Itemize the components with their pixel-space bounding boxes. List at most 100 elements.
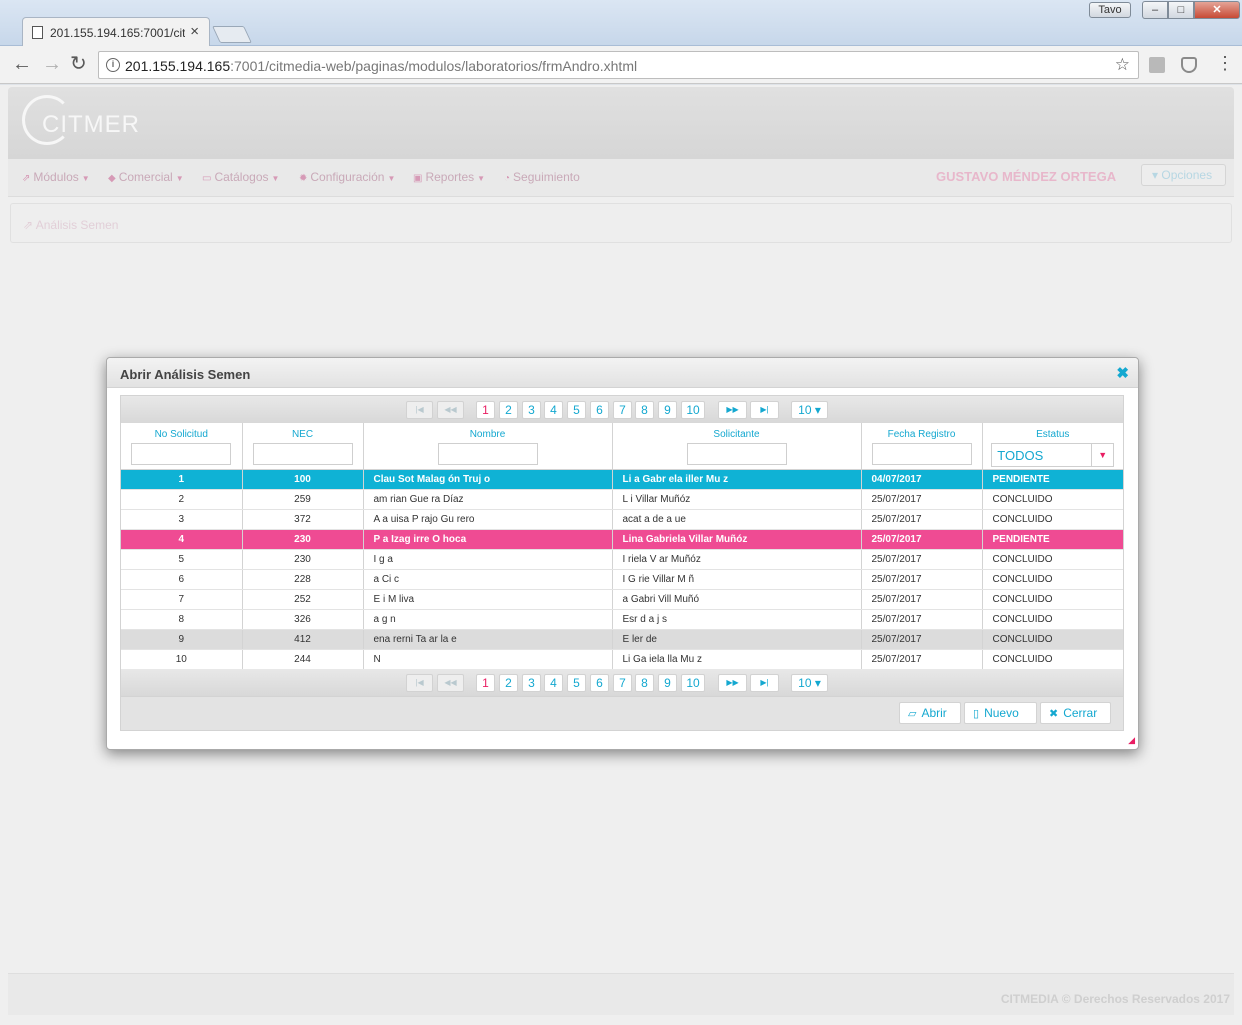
table-row[interactable]: 4 230 P a Izag irre O hoca Lina Gabriela Vi…: [121, 529, 1123, 550]
status-filter-select[interactable]: TODOS ▼: [991, 443, 1115, 467]
table-row[interactable]: 8 326 a g n Esr d a j s 25/07/2017 CONCLUID…: [121, 609, 1123, 630]
forward-arrow-icon[interactable]: →: [42, 53, 62, 75]
comment-icon: ◔: [504, 173, 511, 184]
page-4[interactable]: 4: [544, 401, 563, 419]
new-button[interactable]: ▯ Nuevo: [964, 702, 1037, 724]
menu-catalogos[interactable]: ▭ Catálogos ▼: [202, 170, 279, 184]
table-row[interactable]: 6 228 a Ci cI G rie Villar M ñ 25/07/2017 C…: [121, 569, 1123, 590]
column-header-solicitante[interactable]: Solicitante: [612, 423, 862, 470]
caret-down-icon: ▾: [1152, 168, 1159, 182]
filter-solicitante-input[interactable]: [686, 443, 787, 465]
page-5[interactable]: 5: [567, 674, 586, 692]
dialog-button-bar: ▱ Abrir ▯ Nuevo ✖ Cerrar: [121, 696, 1123, 730]
shield-extension-icon[interactable]: [1181, 57, 1197, 73]
table-row[interactable]: 2 259 am rian Gue ra Díaz L i Villar Muñóz…: [121, 489, 1123, 510]
external-link-icon: ⇗: [22, 173, 31, 184]
profile-chip[interactable]: Tavo: [1089, 2, 1131, 18]
external-link-icon: ⇗: [23, 218, 34, 232]
close-icon[interactable]: ✖: [1116, 364, 1129, 382]
pdf-extension-icon[interactable]: [1149, 57, 1165, 73]
caret-down-icon: ▼: [81, 174, 90, 183]
column-header-fecha-registro[interactable]: Fecha Registro: [861, 423, 983, 470]
browser-titlebar: 201.155.194.165:7001/cit × Tavo – □ ✕: [0, 0, 1242, 47]
column-header-nec[interactable]: NEC: [242, 423, 364, 470]
info-icon[interactable]: i: [106, 58, 120, 72]
table-row[interactable]: 10 244 N Li Ga iela lla Mu z 25/07/2017 CONC…: [121, 649, 1123, 670]
footer-text: CITMEDIA © Derechos Reservados 2017: [1000, 992, 1230, 1006]
page-8[interactable]: 8: [635, 674, 654, 692]
page-1[interactable]: 1: [476, 674, 495, 692]
column-header-estatus[interactable]: Estatus TODOS ▼: [982, 423, 1123, 470]
filter-no-solicitud-input[interactable]: [131, 443, 232, 465]
menu-reportes[interactable]: ▣ Reportes ▼: [413, 170, 485, 184]
caret-down-icon: ▼: [271, 174, 280, 183]
first-page-icon[interactable]: |◀: [406, 401, 433, 419]
breadcrumb[interactable]: ⇗ Análisis Semen: [23, 218, 118, 232]
prev-page-icon[interactable]: ◀◀: [437, 401, 464, 419]
first-page-icon[interactable]: |◀: [406, 674, 433, 692]
page-2[interactable]: 2: [499, 401, 518, 419]
next-page-icon[interactable]: ▶▶: [718, 401, 747, 419]
back-arrow-icon[interactable]: ←: [12, 53, 32, 75]
maximize-button[interactable]: □: [1168, 1, 1194, 19]
header-row: No Solicitud NEC Nombre Solicitante Fech…: [121, 423, 1123, 470]
menu-modulos[interactable]: ⇗ Módulos ▼: [22, 170, 90, 184]
column-header-no-solicitud[interactable]: No Solicitud: [121, 423, 243, 470]
filter-fecha-input[interactable]: [871, 443, 972, 465]
page-7[interactable]: 7: [613, 674, 632, 692]
gear-icon: ✹: [299, 173, 308, 184]
page-10[interactable]: 10: [681, 401, 705, 419]
main-menu: ⇗ Módulos ▼ ◆ Comercial ▼ ▭ Catálogos ▼ ✹ Confi…: [8, 159, 1234, 197]
page-9[interactable]: 9: [658, 401, 677, 419]
requests-datatable: |◀ ◀◀ 1 2 3 4 5 6 7 8 9 10 ▶▶ ▶| 10 ▾ No…: [120, 395, 1124, 731]
next-page-icon[interactable]: ▶▶: [718, 674, 747, 692]
address-bar[interactable]: i 201.155.194.165:7001/citmedia-web/pagi…: [98, 51, 1139, 79]
page-1[interactable]: 1: [476, 401, 495, 419]
column-header-nombre[interactable]: Nombre: [363, 423, 613, 470]
menu-seguimiento[interactable]: ◔ Seguimiento: [504, 170, 580, 184]
options-button[interactable]: ▾ Opciones: [1141, 164, 1226, 186]
table-row[interactable]: 3 372 A a uisa P rajo Gu rero acat a de a …: [121, 509, 1123, 530]
minimize-button[interactable]: –: [1142, 1, 1168, 19]
cancel-button[interactable]: ✖ Cerrar: [1040, 702, 1111, 724]
filter-nec-input[interactable]: [252, 443, 353, 465]
page-10[interactable]: 10: [681, 674, 705, 692]
browser-tab[interactable]: 201.155.194.165:7001/cit ×: [22, 17, 210, 47]
new-tab-button[interactable]: [212, 26, 252, 43]
menu-configuracion[interactable]: ✹ Configuración ▼: [299, 170, 395, 184]
reload-icon[interactable]: ↻: [70, 53, 87, 75]
rows-per-page-select[interactable]: 10 ▾: [791, 401, 828, 419]
url-text: 201.155.194.165:7001/citmedia-web/pagina…: [125, 58, 638, 74]
bookmark-star-icon[interactable]: ☆: [1115, 55, 1130, 75]
browser-menu-icon[interactable]: ⋮: [1216, 54, 1234, 72]
caret-down-icon: ▼: [175, 174, 184, 183]
page-2[interactable]: 2: [499, 674, 518, 692]
page-6[interactable]: 6: [590, 674, 609, 692]
open-button[interactable]: ▱ Abrir: [899, 702, 961, 724]
table-row[interactable]: 7 252 E i M liva a Gabri Vill Muñó 25/07/20…: [121, 589, 1123, 610]
page-3[interactable]: 3: [522, 401, 541, 419]
tag-icon: ◆: [108, 173, 116, 184]
page-5[interactable]: 5: [567, 401, 586, 419]
table-row[interactable]: 9 412 ena rerni Ta ar la e E ler de 25/07/…: [121, 629, 1123, 650]
page-4[interactable]: 4: [544, 674, 563, 692]
tab-title: 201.155.194.165:7001/cit: [50, 26, 185, 40]
table-row[interactable]: 1 100 Clau Sot Malag ón Truj o Li a Gabr el…: [121, 469, 1123, 490]
menu-comercial[interactable]: ◆ Comercial ▼: [108, 170, 184, 184]
last-page-icon[interactable]: ▶|: [750, 674, 779, 692]
tab-close-icon[interactable]: ×: [190, 23, 199, 40]
page-7[interactable]: 7: [613, 401, 632, 419]
prev-page-icon[interactable]: ◀◀: [437, 674, 464, 692]
last-page-icon[interactable]: ▶|: [750, 401, 779, 419]
page-9[interactable]: 9: [658, 674, 677, 692]
filter-nombre-input[interactable]: [437, 443, 538, 465]
page-8[interactable]: 8: [635, 401, 654, 419]
table-row[interactable]: 5 230 I g aI riela V ar Muñóz 25/07/2017 CON…: [121, 549, 1123, 570]
picture-icon: ▣: [413, 173, 423, 184]
page-3[interactable]: 3: [522, 674, 541, 692]
dialog-title: Abrir Análisis Semen: [120, 367, 251, 382]
window-close-button[interactable]: ✕: [1194, 1, 1240, 19]
resize-handle-icon[interactable]: ◢: [1128, 735, 1135, 746]
page-6[interactable]: 6: [590, 401, 609, 419]
rows-per-page-select[interactable]: 10 ▾: [791, 674, 828, 692]
